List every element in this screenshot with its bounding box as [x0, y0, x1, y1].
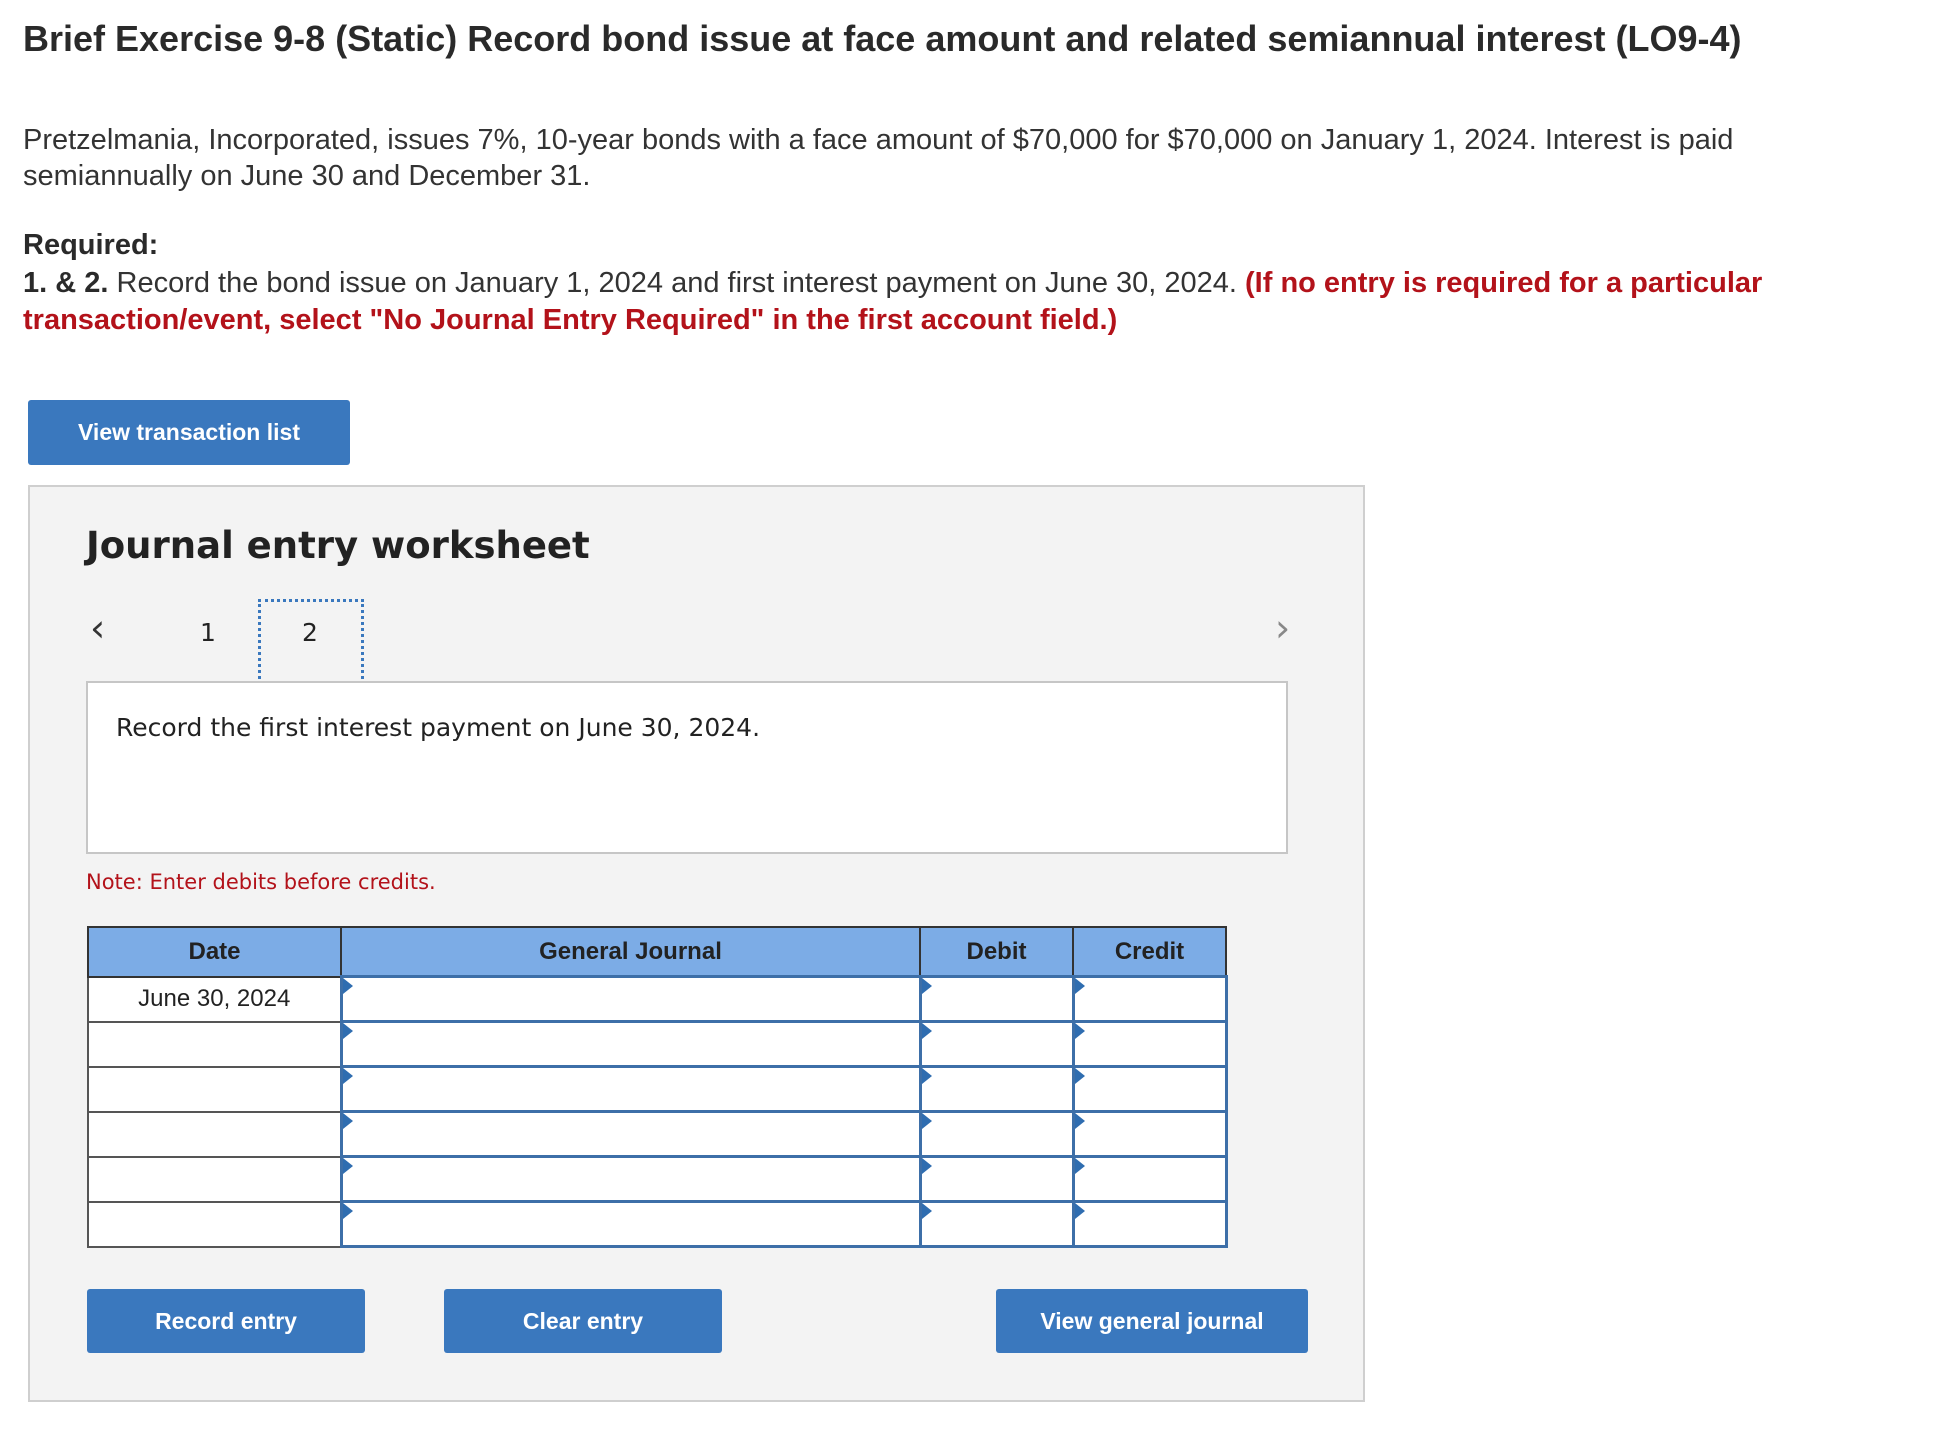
credit-input[interactable] [1071, 1020, 1228, 1068]
dropdown-triangle-icon [921, 1113, 932, 1129]
header-date: Date [87, 926, 342, 978]
journal-row [87, 1110, 1228, 1158]
credit-input[interactable] [1071, 1155, 1228, 1203]
debit-input[interactable] [918, 1020, 1075, 1068]
debit-input[interactable] [918, 1065, 1075, 1113]
journal-row [87, 1200, 1228, 1248]
date-cell [87, 1155, 342, 1203]
dropdown-triangle-icon [342, 978, 353, 994]
dropdown-triangle-icon [1074, 1023, 1085, 1039]
dropdown-triangle-icon [342, 1113, 353, 1129]
page-title: Brief Exercise 9-8 (Static) Record bond … [23, 18, 1742, 59]
required-number: 1. & 2. [23, 267, 109, 299]
page-tab-1[interactable]: 1 [200, 618, 216, 647]
view-general-journal-button[interactable]: View general journal [996, 1289, 1308, 1353]
dropdown-triangle-icon [921, 1068, 932, 1084]
chevron-left-icon[interactable]: ‹ [90, 606, 105, 650]
journal-table: Date General Journal Debit Credit June 3… [87, 926, 1228, 1248]
required-text: 1. & 2. Record the bond issue on January… [23, 265, 1903, 339]
date-cell [87, 1200, 342, 1248]
required-heading: Required: [23, 229, 159, 261]
journal-row: June 30, 2024 [87, 975, 1228, 1023]
journal-row [87, 1020, 1228, 1068]
note-text: Note: Enter debits before credits. [86, 870, 436, 894]
dropdown-triangle-icon [921, 1023, 932, 1039]
credit-input[interactable] [1071, 1110, 1228, 1158]
problem-statement: Pretzelmania, Incorporated, issues 7%, 1… [23, 124, 1734, 192]
header-credit: Credit [1072, 926, 1227, 978]
header-debit: Debit [919, 926, 1074, 978]
dropdown-triangle-icon [1074, 1158, 1085, 1174]
dropdown-triangle-icon [921, 1158, 932, 1174]
dropdown-triangle-icon [342, 1158, 353, 1174]
required-description: Record the bond issue on January 1, 2024… [108, 267, 1246, 299]
date-cell: June 30, 2024 [87, 975, 342, 1023]
account-input[interactable] [339, 1020, 922, 1068]
account-input[interactable] [339, 1200, 922, 1248]
date-cell [87, 1110, 342, 1158]
journal-row [87, 1155, 1228, 1203]
record-entry-button[interactable]: Record entry [87, 1289, 365, 1353]
dropdown-triangle-icon [1074, 1203, 1085, 1219]
prompt-text: Record the first interest payment on Jun… [116, 713, 761, 742]
dropdown-triangle-icon [921, 978, 932, 994]
credit-input[interactable] [1071, 1065, 1228, 1113]
worksheet-title: Journal entry worksheet [86, 524, 590, 567]
dropdown-triangle-icon [342, 1068, 353, 1084]
credit-input[interactable] [1071, 1200, 1228, 1248]
date-cell [87, 1065, 342, 1113]
account-input[interactable] [339, 975, 922, 1023]
account-input[interactable] [339, 1110, 922, 1158]
clear-entry-button[interactable]: Clear entry [444, 1289, 722, 1353]
credit-input[interactable] [1071, 975, 1228, 1023]
header-general-journal: General Journal [340, 926, 921, 978]
page-tab-2[interactable]: 2 [302, 618, 318, 647]
prompt-box: Record the first interest payment on Jun… [86, 681, 1288, 854]
dropdown-triangle-icon [921, 1203, 932, 1219]
debit-input[interactable] [918, 1110, 1075, 1158]
dropdown-triangle-icon [1074, 1113, 1085, 1129]
chevron-right-icon[interactable]: › [1275, 606, 1290, 650]
dropdown-triangle-icon [342, 1203, 353, 1219]
dropdown-triangle-icon [342, 1023, 353, 1039]
journal-row [87, 1065, 1228, 1113]
dropdown-triangle-icon [1074, 978, 1085, 994]
debit-input[interactable] [918, 1155, 1075, 1203]
date-cell [87, 1020, 342, 1068]
dropdown-triangle-icon [1074, 1068, 1085, 1084]
debit-input[interactable] [918, 1200, 1075, 1248]
account-input[interactable] [339, 1065, 922, 1113]
view-transaction-list-button[interactable]: View transaction list [28, 400, 350, 465]
account-input[interactable] [339, 1155, 922, 1203]
debit-input[interactable] [918, 975, 1075, 1023]
